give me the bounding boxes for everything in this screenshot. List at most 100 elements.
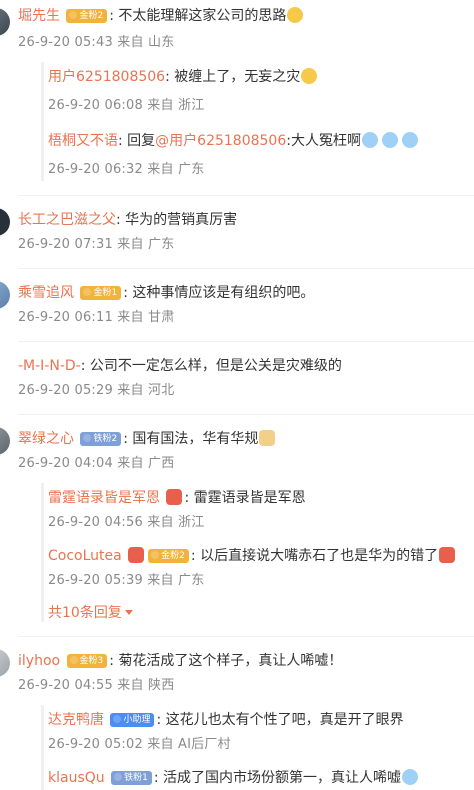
comment-text: 华为的营销真厉害 (125, 212, 238, 228)
reply-item: 梧桐又不语: 回复@用户6251808506:大人冤枉啊 26-9-20 06:… (48, 117, 474, 181)
comment-text: 不太能理解这家公司的思路 (118, 8, 287, 24)
more-replies-label: 共10条回复 (48, 605, 122, 621)
comment-author[interactable]: -M-I-N-D- (18, 358, 81, 374)
cry-emoji-icon (361, 132, 378, 148)
reply-text: 这花儿也太有个性了吧，真是开了眼界 (165, 712, 404, 728)
cry-emoji-icon (381, 132, 398, 148)
reply-line: 达克鸭唐 小助理: 这花儿也太有个性了吧，真是开了眼界 (48, 710, 474, 730)
reply-author[interactable]: 梧桐又不语 (48, 133, 118, 149)
cry-emoji-icon (401, 132, 418, 148)
colon: : (165, 69, 175, 85)
divider (18, 341, 474, 342)
comment-meta: 26-9-20 06:11 来自 甘肃 (18, 310, 175, 325)
comment-item: 长工之巴滋之父: 华为的营销真厉害 26-9-20 07:31 来自 广东 (0, 208, 474, 254)
reply-item: 雷霆语录皆是军恩 : 雷霆语录皆是军恩 26-9-20 04:56 来自 浙江 (48, 483, 474, 534)
reply-author[interactable]: CocoLutea (48, 548, 122, 564)
comment-line: -M-I-N-D-: 公司不一定怎么样，但是公关是灾难级的 (18, 356, 474, 376)
avatar[interactable] (0, 8, 10, 36)
reply-text: 雷霆语录皆是军恩 (193, 490, 306, 506)
reply-line: CocoLutea 金粉2: 以后直接说大嘴赤石了也是华为的错了 (48, 546, 474, 566)
comment-text: 这种事情应该是有组织的吧。 (132, 285, 315, 301)
colon: : (80, 358, 90, 374)
cry-emoji-icon (402, 769, 418, 785)
colon: : (184, 490, 194, 506)
assistant-badge: 小助理 (110, 713, 155, 727)
avatar-frame-icon (166, 489, 183, 505)
badge-label: 金粉2 (161, 551, 185, 561)
reply-item: 达克鸭唐 小助理: 这花儿也太有个性了吧，真是开了眼界 26-9-20 05:0… (48, 705, 474, 756)
comment-author[interactable]: 翠绿之心 (18, 431, 74, 447)
comment-meta: 26-9-20 05:29 来自 河北 (18, 383, 175, 398)
badge-icon (69, 656, 78, 664)
divider (18, 636, 474, 637)
comment-line: 翠绿之心 铁粉2: 国有国法，华有华规 (18, 429, 474, 449)
reply-thread: 雷霆语录皆是军恩 : 雷霆语录皆是军恩 26-9-20 04:56 来自 浙江 … (41, 483, 474, 622)
avatar[interactable] (0, 281, 10, 309)
badge-icon (83, 434, 92, 442)
comment-item: ilyhoo 金粉3: 菊花活成了这个样子，真让人唏嘘！ 26-9-20 04:… (0, 649, 474, 790)
colon: : (123, 285, 133, 301)
divider (18, 414, 474, 415)
sleepy-emoji-icon (287, 7, 304, 23)
reply-author[interactable]: klausQu (48, 770, 105, 786)
reply-thread: 达克鸭唐 小助理: 这花儿也太有个性了吧，真是开了眼界 26-9-20 05:0… (41, 705, 474, 790)
avatar[interactable] (0, 208, 10, 236)
reply-meta: 26-9-20 04:56 来自 浙江 (48, 515, 205, 530)
comment-line: ilyhoo 金粉3: 菊花活成了这个样子，真让人唏嘘！ (18, 651, 474, 671)
reply-item: 用户6251808506: 被缠上了，无妄之灾 26-9-20 06:08 来自… (48, 62, 474, 117)
reply-text: 被缠上了，无妄之灾 (174, 69, 301, 85)
fan-badge: 铁粉2 (80, 432, 122, 446)
comment-meta: 26-9-20 05:43 来自 山东 (18, 35, 175, 50)
badge-label: 金粉1 (93, 288, 118, 298)
comment-author[interactable]: ilyhoo (18, 653, 60, 669)
comment-meta: 26-9-20 07:31 来自 广东 (18, 237, 175, 252)
reply-line: 用户6251808506: 被缠上了，无妄之灾 (48, 67, 474, 87)
mention-link[interactable]: @用户6251808506 (155, 133, 286, 149)
colon: : (156, 712, 166, 728)
comment-author[interactable]: 乘雪追风 (18, 285, 74, 301)
reply-prefix: 回复 (127, 133, 156, 149)
comment-text: 国有国法，华有华规 (132, 431, 259, 447)
fan-badge: 金粉2 (66, 9, 108, 23)
comment-feed: 堀先生 金粉2: 不太能理解这家公司的思路 26-9-20 05:43 来自 山… (0, 0, 474, 790)
divider (18, 195, 474, 196)
avatar[interactable] (0, 427, 10, 455)
badge-icon (83, 288, 92, 296)
reply-line: 雷霆语录皆是军恩 : 雷霆语录皆是军恩 (48, 488, 474, 508)
comment-item: 翠绿之心 铁粉2: 国有国法，华有华规 26-9-20 04:04 来自 广西 … (0, 427, 474, 622)
comment-line: 乘雪追风 金粉1: 这种事情应该是有组织的吧。 (18, 283, 474, 303)
comment-item: 堀先生 金粉2: 不太能理解这家公司的思路 26-9-20 05:43 来自 山… (0, 0, 474, 181)
comment-meta: 26-9-20 04:04 来自 广西 (18, 456, 175, 471)
laugh-emoji-icon (301, 68, 318, 84)
reply-meta: 26-9-20 06:32 来自 广东 (48, 162, 205, 177)
comment-author[interactable]: 堀先生 (18, 8, 60, 24)
comment-text: 菊花活成了这个样子，真让人唏嘘！ (118, 653, 343, 669)
colon: : (123, 431, 133, 447)
avatar[interactable] (0, 649, 10, 677)
badge-icon (151, 551, 160, 559)
colon: : (109, 8, 119, 24)
badge-label: 金粉2 (79, 11, 104, 21)
reply-meta: 26-9-20 05:02 来自 AI后厂村 (48, 737, 231, 752)
reply-author[interactable]: 用户6251808506 (48, 69, 165, 85)
comment-meta: 26-9-20 04:55 来自 陕西 (18, 678, 175, 693)
colon: : (190, 548, 201, 564)
reply-meta: 26-9-20 06:08 来自 浙江 (48, 98, 205, 113)
divider (18, 268, 474, 269)
reply-author[interactable]: 雷霆语录皆是军恩 (48, 490, 160, 506)
reply-author[interactable]: 达克鸭唐 (48, 712, 104, 728)
comment-item: 乘雪追风 金粉1: 这种事情应该是有组织的吧。 26-9-20 06:11 来自… (0, 281, 474, 327)
comment-text: 公司不一定怎么样，但是公关是灾难级的 (89, 358, 342, 374)
comment-line: 长工之巴滋之父: 华为的营销真厉害 (18, 210, 474, 230)
reply-meta: 26-9-20 05:39 来自 广东 (48, 573, 205, 588)
badge-icon (114, 773, 123, 781)
comment-item: -M-I-N-D-: 公司不一定怎么样，但是公关是灾难级的 26-9-20 05… (0, 356, 474, 400)
chevron-down-icon (124, 610, 133, 615)
reply-text: 活成了国内市场份额第一，真让人唏嘘 (163, 770, 401, 786)
comment-author[interactable]: 长工之巴滋之父 (18, 212, 116, 228)
fan-badge: 金粉2 (148, 549, 189, 563)
more-replies-link[interactable]: 共10条回复 (48, 602, 474, 622)
colon: : (118, 133, 128, 149)
badge-label: 铁粉2 (93, 434, 118, 444)
reply-text: :大人冤枉啊 (286, 133, 361, 149)
